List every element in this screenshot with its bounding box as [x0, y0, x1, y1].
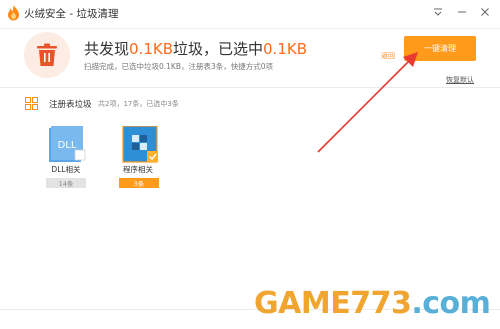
- program-item-count: 3条: [119, 178, 159, 188]
- checkbox-checked-icon: [147, 151, 158, 162]
- restore-default-link[interactable]: 恢复默认: [446, 75, 474, 85]
- flame-logo-icon: [8, 5, 19, 21]
- trash-icon: [37, 43, 57, 66]
- menu-icon[interactable]: [431, 5, 445, 19]
- checkbox-unchecked-icon: [74, 149, 86, 161]
- trash-badge: [24, 32, 70, 78]
- scan-headline: 共发现0.1KB垃圾，已选中0.1KB: [84, 38, 307, 59]
- selected-size: 0.1KB: [263, 40, 307, 58]
- watermark-logo: GAME773.com: [254, 286, 491, 321]
- section-title: 注册表垃圾: [49, 100, 92, 110]
- minimize-icon[interactable]: [455, 5, 469, 19]
- dll-file-icon: DLL: [49, 126, 86, 162]
- grid-icon: [25, 97, 38, 110]
- close-icon[interactable]: [478, 5, 492, 19]
- section-divider: [0, 87, 500, 88]
- watermark-dot: .: [411, 286, 423, 321]
- one-click-clean-button[interactable]: 一键清理: [404, 36, 476, 61]
- dll-item-label: DLL相关: [51, 165, 81, 174]
- title-divider: [0, 28, 500, 29]
- watermark-domain: com: [422, 286, 491, 321]
- found-size: 0.1KB: [129, 40, 173, 58]
- program-file-icon: [122, 125, 158, 163]
- watermark-game: GAME: [254, 286, 351, 321]
- watermark-number: 773: [350, 286, 412, 321]
- dll-item-count: 14条: [46, 178, 86, 188]
- section-meta: 共2项，17条，已选中3条: [98, 100, 179, 108]
- dll-icon-text: DLL: [58, 140, 77, 151]
- app-title: 火绒安全 - 垃圾清理: [24, 8, 119, 20]
- headline-middle: 垃圾，已选中: [173, 40, 264, 58]
- program-item-label: 程序相关: [123, 165, 153, 174]
- headline-prefix: 共发现: [84, 40, 130, 58]
- back-link[interactable]: 返回: [381, 51, 395, 61]
- title-bar: 火绒安全 - 垃圾清理: [0, 0, 500, 26]
- scan-subtitle: 扫描完成，已选中垃圾0.1KB，注册表3条，快捷方式0项: [84, 62, 274, 71]
